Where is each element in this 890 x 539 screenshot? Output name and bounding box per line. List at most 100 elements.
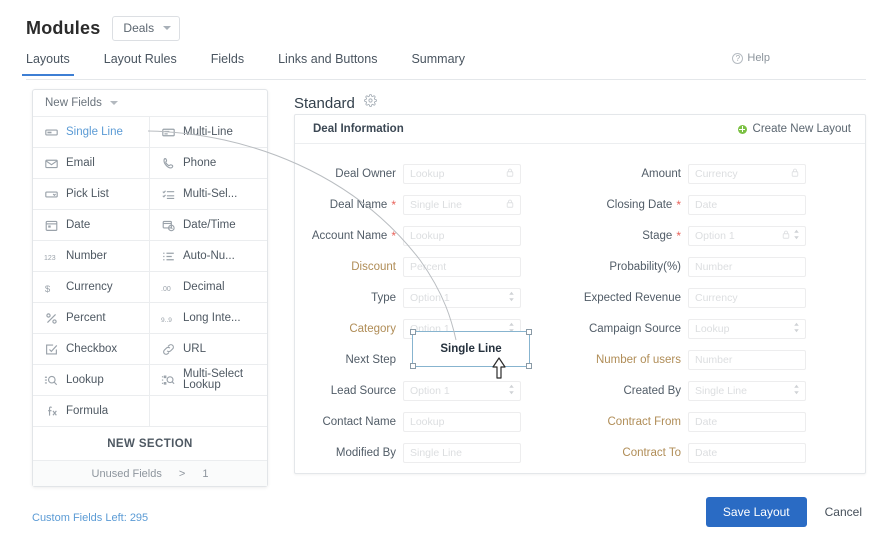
field-input-created-by[interactable]: Single Line (688, 380, 806, 401)
create-new-layout-button[interactable]: Create New Layout (737, 123, 851, 135)
field-type-date-time[interactable]: Date/Time (150, 210, 267, 241)
field-label-text: Type (371, 291, 396, 304)
field-label-discount: Discount (295, 261, 403, 273)
custom-fields-left-label[interactable]: Custom Fields Left: 295 (32, 512, 148, 524)
field-input-number-of-users[interactable]: Number (688, 349, 806, 370)
resize-handle-top-left[interactable] (410, 329, 416, 335)
question-circle-icon: ? (732, 52, 744, 64)
field-input-lead-source[interactable]: Option 1 (403, 380, 521, 401)
field-type-label: Percent (66, 312, 106, 324)
field-input-closing-date[interactable]: Date (688, 194, 806, 215)
field-type-formula[interactable]: Formula (33, 396, 150, 427)
field-type-checkbox[interactable]: Checkbox (33, 334, 150, 365)
field-input-type[interactable]: Option 1 (403, 287, 521, 308)
form-row-deal-name: Deal Name * Single Line (295, 189, 580, 220)
form-row-discount: Discount Percent (295, 251, 580, 282)
tab-summary[interactable]: Summary (411, 52, 464, 75)
field-type-percent[interactable]: Percent (33, 303, 150, 334)
unused-fields-count: 1 (202, 467, 209, 480)
form-row-campaign-source: Campaign Source Lookup (580, 313, 865, 344)
dragged-field-label: Single Line (440, 343, 502, 355)
field-input-deal-owner[interactable]: Lookup (403, 163, 521, 184)
field-type-email[interactable]: Email (33, 148, 150, 179)
layout-card: Deal Information Create New Layout Deal … (294, 114, 866, 474)
arrow-cursor (492, 357, 506, 379)
resize-handle-bottom-left[interactable] (410, 363, 416, 369)
required-asterisk: * (676, 197, 681, 212)
tab-fields[interactable]: Fields (211, 52, 244, 75)
field-label-text: Closing Date (606, 198, 673, 211)
field-placeholder: Option 1 (410, 384, 450, 397)
form-row-account-name: Account Name * Lookup (295, 220, 580, 251)
field-input-probability[interactable]: Number (688, 256, 806, 277)
field-type-decimal[interactable]: .00 Decimal (150, 272, 267, 303)
field-label-next-step: Next Step (295, 354, 403, 366)
stepper-icon[interactable] (508, 384, 515, 397)
field-type-lookup[interactable]: Lookup (33, 365, 150, 396)
stepper-icon[interactable] (793, 322, 800, 335)
field-input-modified-by[interactable]: Single Line (403, 442, 521, 463)
field-input-amount[interactable]: Currency (688, 163, 806, 184)
new-section-button[interactable]: NEW SECTION (33, 427, 267, 461)
field-input-expected-revenue[interactable]: Currency (688, 287, 806, 308)
lock-icon (782, 230, 790, 241)
field-type-url[interactable]: URL (150, 334, 267, 365)
field-input-contact-name[interactable]: Lookup (403, 411, 521, 432)
field-type-phone[interactable]: Phone (150, 148, 267, 179)
module-selector[interactable]: Deals (112, 16, 181, 41)
stepper-icon[interactable] (508, 291, 515, 304)
field-type-label: Long Inte... (183, 312, 241, 324)
field-label-text: Contact Name (322, 415, 396, 428)
field-type-multi-sel[interactable]: Multi-Sel... (150, 179, 267, 210)
section-header: Deal Information Create New Layout (295, 115, 865, 144)
field-type-multi-line[interactable]: Multi-Line (150, 117, 267, 148)
tab-layouts[interactable]: Layouts (22, 52, 74, 76)
gear-icon[interactable] (363, 94, 377, 112)
field-type-number[interactable]: 123 Number (33, 241, 150, 272)
field-type-pick-list[interactable]: Pick List (33, 179, 150, 210)
field-label-text: Amount (641, 167, 681, 180)
field-type-multi-select-lookup[interactable]: Multi-Select Lookup (150, 365, 267, 396)
form-row-closing-date: Closing Date * Date (580, 189, 865, 220)
new-fields-header[interactable]: New Fields (33, 90, 267, 117)
stepper-icon[interactable] (793, 229, 800, 242)
field-label-contract-from: Contract From (580, 416, 688, 428)
lookup-icon (44, 374, 58, 387)
tab-links-and-buttons[interactable]: Links and Buttons (278, 52, 377, 75)
svg-text:.00: .00 (161, 286, 171, 293)
help-link[interactable]: ? Help (732, 52, 770, 64)
long-integer-icon: 9..9 (161, 312, 175, 325)
field-placeholder: Lookup (410, 415, 445, 428)
resize-handle-bottom-right[interactable] (526, 363, 532, 369)
field-type-auto-nu[interactable]: Auto-Nu... (150, 241, 267, 272)
field-label-text: Category (349, 322, 396, 335)
field-input-contract-from[interactable]: Date (688, 411, 806, 432)
svg-text:9..9: 9..9 (161, 317, 172, 324)
dragged-field-single-line[interactable]: Single Line (410, 329, 532, 369)
unused-fields-row[interactable]: Unused Fields > 1 (33, 461, 267, 486)
field-input-campaign-source[interactable]: Lookup (688, 318, 806, 339)
save-layout-button[interactable]: Save Layout (705, 497, 807, 527)
form-column-right: Amount Currency Closing Date * Date Stage * Opt… (580, 158, 865, 468)
field-input-account-name[interactable]: Lookup (403, 225, 521, 246)
field-type-long-inte[interactable]: 9..9 Long Inte... (150, 303, 267, 334)
svg-text:123: 123 (44, 255, 56, 262)
stepper-icon[interactable] (793, 384, 800, 397)
create-new-layout-label: Create New Layout (752, 123, 851, 135)
tab-layout-rules[interactable]: Layout Rules (104, 52, 177, 75)
layout-title-row: Standard (294, 94, 377, 112)
resize-handle-top-right[interactable] (526, 329, 532, 335)
field-type-date[interactable]: Date (33, 210, 150, 241)
field-input-discount[interactable]: Percent (403, 256, 521, 277)
field-input-contract-to[interactable]: Date (688, 442, 806, 463)
field-type-currency[interactable]: $ Currency (33, 272, 150, 303)
field-type-single-line[interactable]: Single Line (33, 117, 150, 148)
cancel-button[interactable]: Cancel (819, 501, 868, 523)
field-type-label: Email (66, 157, 95, 169)
field-input-deal-name[interactable]: Single Line (403, 194, 521, 215)
tab-bar: Layouts Layout Rules Fields Links and Bu… (22, 52, 866, 80)
field-type-label: URL (183, 343, 207, 355)
field-input-stage[interactable]: Option 1 (688, 225, 806, 246)
field-type-label: Multi-Sel... (183, 188, 238, 200)
field-label-account-name: Account Name * (295, 230, 403, 242)
